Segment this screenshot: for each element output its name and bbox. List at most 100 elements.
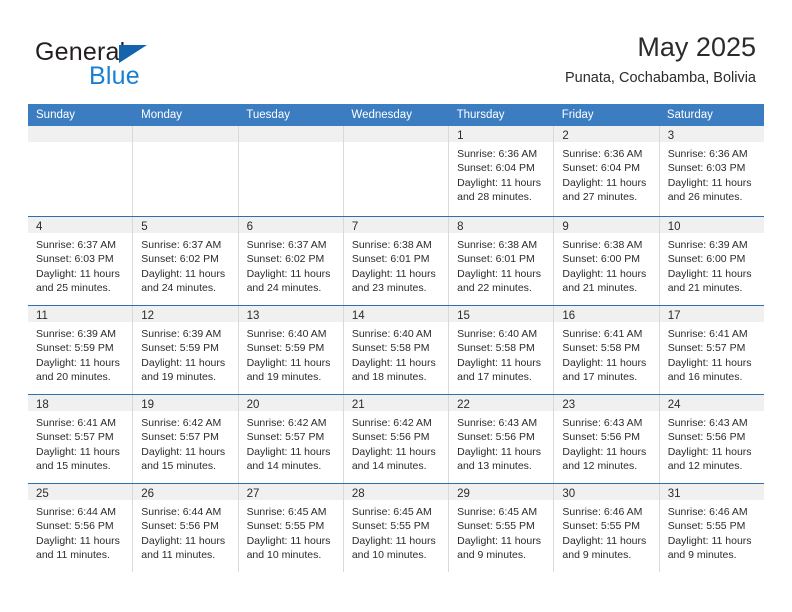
sunset-text: Sunset: 6:02 PM [246, 253, 325, 266]
weekday-header-saturday: Saturday [666, 109, 713, 121]
weekday-header-tuesday: Tuesday [246, 109, 290, 121]
sunset-text: Sunset: 6:02 PM [141, 253, 219, 266]
daylight-text-line2: and 21 minutes. [667, 282, 743, 295]
day-details: Sunrise: 6:37 AM Sunset: 6:02 PM Dayligh… [239, 234, 343, 296]
daylight-text-line2: and 12 minutes. [667, 460, 743, 473]
day-number: 16 [562, 310, 576, 322]
day-cell[interactable]: 6 Sunrise: 6:37 AM Sunset: 6:02 PM Dayli… [238, 217, 344, 305]
day-cell[interactable]: 11 Sunrise: 6:39 AM Sunset: 5:59 PM Dayl… [28, 306, 134, 394]
day-number: 29 [457, 488, 470, 500]
daylight-text-line1: Daylight: 11 hours [36, 445, 120, 458]
day-number: 24 [667, 399, 681, 411]
daylight-text-line2: and 18 minutes. [351, 371, 427, 384]
day-number-band: 23 [554, 395, 659, 412]
weekday-header-wednesday: Wednesday [351, 109, 412, 121]
day-cell[interactable]: 27 Sunrise: 6:45 AM Sunset: 5:55 PM Dayl… [238, 484, 344, 572]
day-number-band: 8 [449, 217, 554, 234]
day-cell[interactable]: 4 Sunrise: 6:37 AM Sunset: 6:03 PM Dayli… [28, 217, 134, 305]
sunset-text: Sunset: 6:03 PM [667, 162, 746, 175]
sunrise-text: Sunrise: 6:36 AM [457, 148, 538, 160]
daylight-text-line1: Daylight: 11 hours [562, 267, 647, 280]
day-details: Sunrise: 6:37 AM Sunset: 6:03 PM Dayligh… [28, 234, 132, 296]
daylight-text-line1: Daylight: 11 hours [141, 534, 226, 547]
day-cell[interactable]: 9 Sunrise: 6:38 AM Sunset: 6:00 PM Dayli… [554, 217, 660, 305]
sunrise-text: Sunrise: 6:40 AM [246, 328, 327, 340]
daylight-text-line2: and 17 minutes. [457, 371, 532, 384]
day-details: Sunrise: 6:41 AM Sunset: 5:57 PM Dayligh… [660, 323, 764, 385]
day-cell[interactable]: 23 Sunrise: 6:43 AM Sunset: 5:56 PM Dayl… [554, 395, 660, 483]
day-cell[interactable]: 2 Sunrise: 6:36 AM Sunset: 6:04 PM Dayli… [554, 126, 660, 216]
day-cell[interactable]: 29 Sunrise: 6:45 AM Sunset: 5:55 PM Dayl… [449, 484, 555, 572]
day-cell[interactable]: 24 Sunrise: 6:43 AM Sunset: 5:56 PM Dayl… [659, 395, 764, 483]
day-details: Sunrise: 6:36 AM Sunset: 6:04 PM Dayligh… [554, 143, 658, 205]
sunrise-text: Sunrise: 6:46 AM [562, 506, 643, 518]
day-number-band: 4 [28, 217, 133, 234]
daylight-text-line1: Daylight: 11 hours [667, 534, 752, 547]
sunset-text: Sunset: 5:59 PM [246, 342, 325, 355]
sunrise-text: Sunrise: 6:41 AM [562, 328, 643, 340]
sunrise-text: Sunrise: 6:44 AM [36, 506, 116, 518]
sunset-text: Sunset: 5:59 PM [36, 342, 114, 355]
sunrise-text: Sunrise: 6:41 AM [667, 328, 748, 340]
day-number-band: 13 [238, 306, 343, 323]
day-cell[interactable]: 15 Sunrise: 6:40 AM Sunset: 5:58 PM Dayl… [449, 306, 555, 394]
sunrise-text: Sunrise: 6:43 AM [457, 417, 538, 429]
day-cell[interactable]: 7 Sunrise: 6:38 AM Sunset: 6:01 PM Dayli… [343, 217, 450, 305]
day-cell[interactable]: 13 Sunrise: 6:40 AM Sunset: 5:59 PM Dayl… [238, 306, 344, 394]
day-cell[interactable]: 5 Sunrise: 6:37 AM Sunset: 6:02 PM Dayli… [133, 217, 239, 305]
day-cell[interactable]: 21 Sunrise: 6:42 AM Sunset: 5:56 PM Dayl… [343, 395, 450, 483]
sunrise-text: Sunrise: 6:39 AM [667, 239, 748, 251]
day-number: 15 [457, 310, 470, 322]
day-number-band: 16 [554, 306, 659, 323]
day-cell[interactable]: 22 Sunrise: 6:43 AM Sunset: 5:56 PM Dayl… [449, 395, 555, 483]
sunset-text: Sunset: 5:58 PM [562, 342, 641, 355]
day-number-band: 5 [133, 217, 238, 234]
day-cell[interactable]: 19 Sunrise: 6:42 AM Sunset: 5:57 PM Dayl… [133, 395, 239, 483]
day-cell[interactable]: 10 Sunrise: 6:39 AM Sunset: 6:00 PM Dayl… [659, 217, 764, 305]
daylight-text-line2: and 9 minutes. [457, 549, 527, 562]
day-cell[interactable]: 18 Sunrise: 6:41 AM Sunset: 5:57 PM Dayl… [28, 395, 134, 483]
daylight-text-line2: and 15 minutes. [36, 460, 111, 473]
day-cell[interactable]: 14 Sunrise: 6:40 AM Sunset: 5:58 PM Dayl… [343, 306, 450, 394]
sunrise-text: Sunrise: 6:43 AM [667, 417, 748, 429]
daylight-text-line1: Daylight: 11 hours [667, 356, 752, 369]
day-number: 22 [457, 399, 470, 411]
logo-triangle-icon [119, 45, 147, 63]
day-cell[interactable]: 16 Sunrise: 6:41 AM Sunset: 5:58 PM Dayl… [554, 306, 660, 394]
day-number: 5 [141, 221, 148, 233]
daylight-text-line1: Daylight: 11 hours [246, 534, 331, 547]
day-number-band: 19 [133, 395, 238, 412]
sunset-text: Sunset: 5:56 PM [36, 520, 114, 533]
day-cell[interactable]: 31 Sunrise: 6:46 AM Sunset: 5:55 PM Dayl… [659, 484, 764, 572]
day-number-band [28, 126, 133, 143]
daylight-text-line1: Daylight: 11 hours [667, 267, 752, 280]
day-number-band: 1 [449, 126, 554, 143]
day-cell[interactable]: 3 Sunrise: 6:36 AM Sunset: 6:03 PM Dayli… [659, 126, 764, 216]
day-details: Sunrise: 6:45 AM Sunset: 5:55 PM Dayligh… [344, 501, 448, 563]
sunrise-text: Sunrise: 6:46 AM [667, 506, 748, 518]
sunrise-text: Sunrise: 6:39 AM [36, 328, 116, 340]
day-cell[interactable]: 26 Sunrise: 6:44 AM Sunset: 5:56 PM Dayl… [133, 484, 239, 572]
day-cell[interactable]: 25 Sunrise: 6:44 AM Sunset: 5:56 PM Dayl… [28, 484, 134, 572]
day-number-band: 30 [554, 484, 659, 501]
day-details: Sunrise: 6:44 AM Sunset: 5:56 PM Dayligh… [28, 501, 132, 563]
day-cell[interactable]: 8 Sunrise: 6:38 AM Sunset: 6:01 PM Dayli… [449, 217, 555, 305]
day-cell[interactable]: 28 Sunrise: 6:45 AM Sunset: 5:55 PM Dayl… [343, 484, 450, 572]
daylight-text-line2: and 10 minutes. [246, 549, 322, 562]
sunset-text: Sunset: 6:00 PM [667, 253, 746, 266]
day-details: Sunrise: 6:40 AM Sunset: 5:58 PM Dayligh… [449, 323, 553, 385]
daylight-text-line1: Daylight: 11 hours [141, 267, 226, 280]
day-cell[interactable]: 12 Sunrise: 6:39 AM Sunset: 5:59 PM Dayl… [133, 306, 239, 394]
daylight-text-line2: and 27 minutes. [562, 191, 638, 204]
day-details: Sunrise: 6:38 AM Sunset: 6:00 PM Dayligh… [554, 234, 658, 296]
day-cell[interactable]: 17 Sunrise: 6:41 AM Sunset: 5:57 PM Dayl… [659, 306, 764, 394]
sunrise-text: Sunrise: 6:40 AM [351, 328, 432, 340]
day-number-band: 10 [659, 217, 764, 234]
day-cell[interactable]: 30 Sunrise: 6:46 AM Sunset: 5:55 PM Dayl… [554, 484, 660, 572]
day-cell[interactable]: 20 Sunrise: 6:42 AM Sunset: 5:57 PM Dayl… [238, 395, 344, 483]
daylight-text-line1: Daylight: 11 hours [351, 356, 436, 369]
sunset-text: Sunset: 5:59 PM [141, 342, 219, 355]
day-cell[interactable]: 1 Sunrise: 6:36 AM Sunset: 6:04 PM Dayli… [449, 126, 555, 216]
daylight-text-line1: Daylight: 11 hours [562, 356, 647, 369]
general-blue-logo: General Blue [35, 38, 245, 92]
